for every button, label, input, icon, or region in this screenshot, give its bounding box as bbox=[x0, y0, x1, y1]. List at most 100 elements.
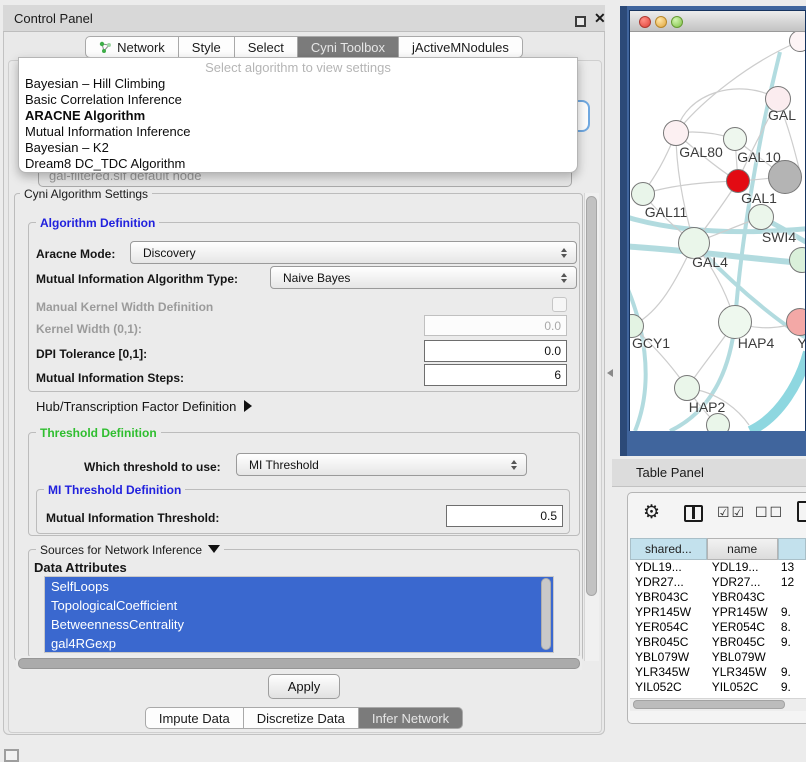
attribute-item-betweennesscentrality[interactable]: BetweennessCentrality bbox=[45, 615, 553, 634]
table-cell[interactable] bbox=[778, 590, 806, 605]
tab-discretize-data[interactable]: Discretize Data bbox=[244, 707, 359, 729]
table-row[interactable]: YBL079WYBL079W bbox=[630, 650, 806, 665]
tab-cyni-toolbox[interactable]: Cyni Toolbox bbox=[298, 36, 399, 58]
split-pane-collapse-icon[interactable] bbox=[607, 369, 613, 377]
node-hap2[interactable] bbox=[674, 375, 700, 401]
table-cell[interactable]: YBL079W bbox=[630, 650, 707, 665]
network-window-titlebar[interactable] bbox=[630, 11, 805, 32]
table-cell[interactable]: YBR043C bbox=[630, 590, 707, 605]
which-threshold-combo[interactable]: MI Threshold bbox=[236, 453, 527, 476]
manual-kernel-checkbox bbox=[552, 297, 567, 312]
table-cell[interactable]: YIL052C bbox=[630, 680, 707, 695]
settings-hscrollbar-thumb[interactable] bbox=[18, 658, 580, 669]
column-header-shared[interactable]: shared... bbox=[630, 538, 707, 560]
table-cell[interactable]: YER054C bbox=[707, 620, 778, 635]
table-cell[interactable]: YBR045C bbox=[707, 635, 778, 650]
table-row[interactable]: YBR045CYBR045C9. bbox=[630, 635, 806, 650]
table-cell[interactable]: YDL19... bbox=[630, 560, 707, 575]
node-swi4[interactable] bbox=[748, 204, 774, 230]
table-cell[interactable]: YBL079W bbox=[707, 650, 778, 665]
table-cell[interactable]: YDR27... bbox=[707, 575, 778, 590]
checked-boxes-icon[interactable]: ☑☑ bbox=[717, 504, 746, 521]
node-bottom-cut[interactable] bbox=[706, 413, 730, 431]
table-row[interactable]: YBR043CYBR043C bbox=[630, 590, 806, 605]
algorithm-option-basic-correlation-inference[interactable]: Basic Correlation Inference bbox=[19, 92, 577, 108]
tab-select[interactable]: Select bbox=[235, 36, 298, 58]
tab-style[interactable]: Style bbox=[179, 36, 235, 58]
mi-threshold-field[interactable]: 0.5 bbox=[446, 505, 563, 527]
document-icon[interactable] bbox=[797, 501, 806, 522]
node-gal11[interactable] bbox=[631, 182, 655, 206]
node-gal80[interactable] bbox=[663, 120, 689, 146]
algorithm-option-aracne-algorithm[interactable]: ARACNE Algorithm bbox=[19, 108, 577, 124]
table-cell[interactable]: YER054C bbox=[630, 620, 707, 635]
collapse-down-icon[interactable] bbox=[208, 545, 220, 553]
float-panel-icon[interactable] bbox=[575, 16, 586, 27]
table-cell[interactable]: 9. bbox=[778, 665, 806, 680]
table-cell[interactable]: YPR145W bbox=[630, 605, 707, 620]
close-panel-icon[interactable]: ✕ bbox=[594, 10, 606, 27]
algorithm-option-mutual-information-inference[interactable]: Mutual Information Inference bbox=[19, 124, 577, 140]
combo-arrows-icon bbox=[561, 248, 567, 258]
network-canvas[interactable]: GALGAL80GAL10GAL1GAL11SWI4GAL4GCY1HAP4YH… bbox=[630, 32, 805, 431]
table-cell[interactable]: 9. bbox=[778, 635, 806, 650]
table-hscrollbar-thumb[interactable] bbox=[633, 700, 785, 709]
table-cell[interactable]: YDR27... bbox=[630, 575, 707, 590]
table-cell[interactable]: YLR345W bbox=[707, 665, 778, 680]
table-cell[interactable]: 12 bbox=[778, 575, 806, 590]
attributes-scrollbar-thumb[interactable] bbox=[541, 578, 551, 650]
column-header-name[interactable]: name bbox=[707, 538, 778, 560]
table-row[interactable]: YDL19...YDL19...13 bbox=[630, 560, 806, 575]
tab-jactivemnodules[interactable]: jActiveMNodules bbox=[399, 36, 523, 58]
combo-arrows-icon bbox=[561, 273, 567, 283]
table-cell[interactable]: YLR345W bbox=[630, 665, 707, 680]
node-gal10[interactable] bbox=[723, 127, 747, 151]
control-panel-tabbar: NetworkStyleSelectCyni ToolboxjActiveMNo… bbox=[3, 36, 605, 58]
tab-infer-network[interactable]: Infer Network bbox=[359, 707, 463, 729]
zoom-window-icon[interactable] bbox=[671, 16, 683, 28]
expand-right-icon[interactable] bbox=[244, 400, 252, 412]
unchecked-boxes-icon[interactable]: ☐☐ bbox=[755, 504, 784, 521]
sources-title[interactable]: Sources for Network Inference bbox=[36, 543, 224, 557]
table-cell[interactable]: YIL052C bbox=[707, 680, 778, 695]
minimize-window-icon[interactable] bbox=[655, 16, 667, 28]
tab-impute-data[interactable]: Impute Data bbox=[145, 707, 244, 729]
gear-icon[interactable]: ⚙ bbox=[643, 502, 660, 524]
mi-steps-field[interactable]: 6 bbox=[424, 364, 567, 386]
table-cell[interactable]: YBR045C bbox=[630, 635, 707, 650]
table-cell[interactable]: YBR043C bbox=[707, 590, 778, 605]
table-row[interactable]: YDR27...YDR27...12 bbox=[630, 575, 806, 590]
algorithm-option-dream8-dc-tdc-algorithm[interactable]: Dream8 DC_TDC Algorithm bbox=[19, 156, 577, 172]
settings-vscrollbar-thumb[interactable] bbox=[586, 196, 597, 596]
table-cell[interactable]: 9. bbox=[778, 605, 806, 620]
apply-button[interactable]: Apply bbox=[268, 674, 340, 699]
hub-definition-expander[interactable]: Hub/Transcription Factor Definition bbox=[36, 399, 252, 414]
dpi-tolerance-field[interactable]: 0.0 bbox=[424, 340, 567, 362]
column-header-3[interactable] bbox=[778, 538, 806, 560]
table-cell[interactable]: 9. bbox=[778, 680, 806, 695]
attribute-item-topologicalcoefficient[interactable]: TopologicalCoefficient bbox=[45, 596, 553, 615]
tab-network[interactable]: Network bbox=[85, 36, 179, 58]
table-cell[interactable]: 13 bbox=[778, 560, 806, 575]
algorithm-option-bayesian-hill-climbing[interactable]: Bayesian – Hill Climbing bbox=[19, 76, 577, 92]
table-row[interactable]: YPR145WYPR145W9. bbox=[630, 605, 806, 620]
columns-icon[interactable] bbox=[684, 505, 703, 522]
aracne-mode-combo[interactable]: Discovery bbox=[130, 241, 577, 264]
table-panel-title: Table Panel bbox=[636, 465, 704, 480]
table-row[interactable]: YER054CYER054C8. bbox=[630, 620, 806, 635]
attribute-item-selfloops[interactable]: SelfLoops bbox=[45, 577, 553, 596]
node-hap4[interactable] bbox=[718, 305, 752, 339]
table-cell[interactable]: 8. bbox=[778, 620, 806, 635]
algorithm-option-bayesian-k2[interactable]: Bayesian – K2 bbox=[19, 140, 577, 156]
node-gray[interactable] bbox=[768, 160, 802, 194]
dock-panel-icon[interactable] bbox=[4, 749, 19, 762]
attribute-item-gal4rgexp[interactable]: gal4RGexp bbox=[45, 634, 553, 653]
table-row[interactable]: YIL052CYIL052C9. bbox=[630, 680, 806, 695]
close-window-icon[interactable] bbox=[639, 16, 651, 28]
table-cell[interactable]: YPR145W bbox=[707, 605, 778, 620]
mi-type-combo[interactable]: Naive Bayes bbox=[270, 266, 577, 289]
table-cell[interactable]: YDL19... bbox=[707, 560, 778, 575]
table-cell[interactable] bbox=[778, 650, 806, 665]
table-row[interactable]: YLR345WYLR345W9. bbox=[630, 665, 806, 680]
table-panel-toolbar: ⚙ ☑☑ ☐☐ bbox=[627, 498, 806, 534]
